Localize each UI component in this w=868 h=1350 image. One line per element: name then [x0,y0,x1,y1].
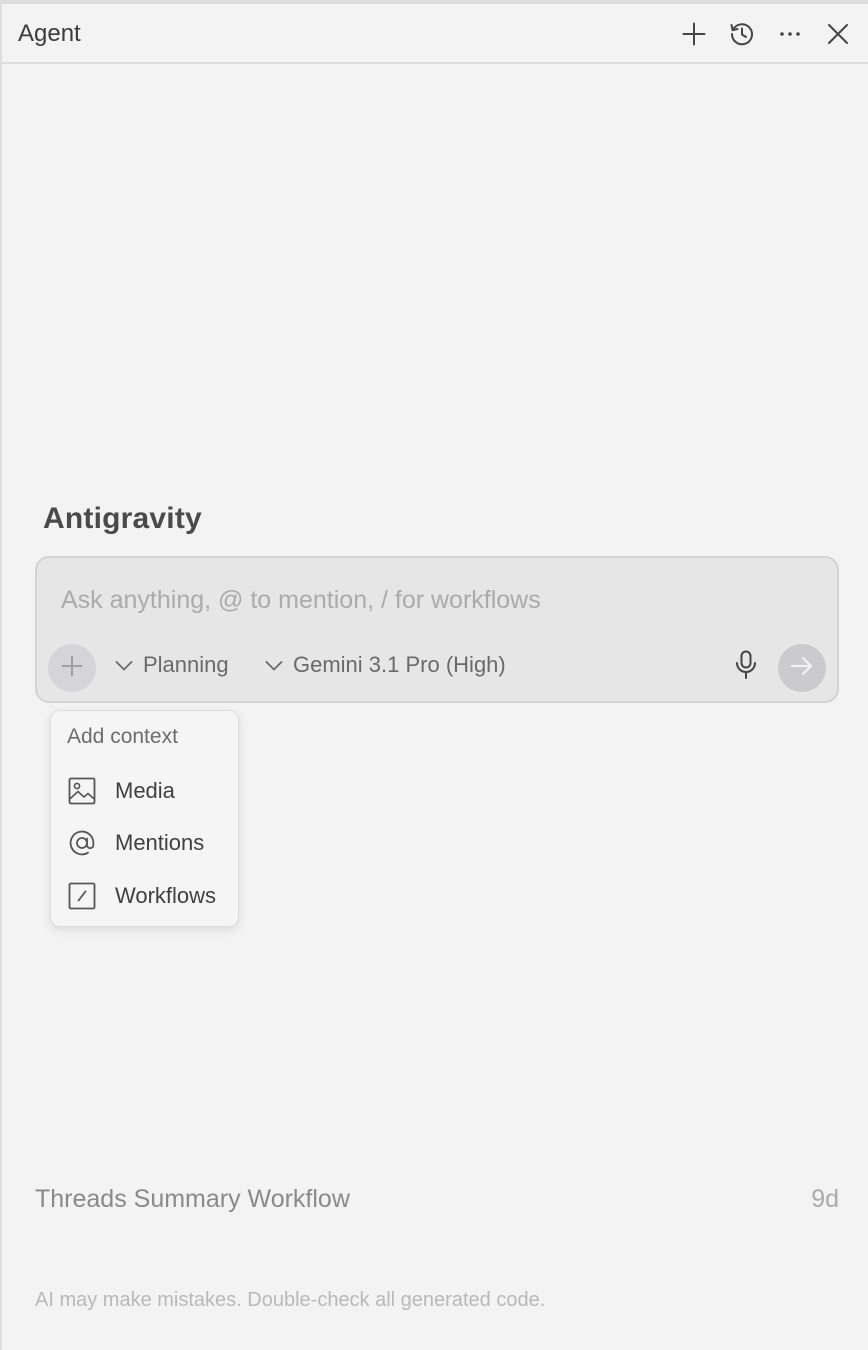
add-context-button[interactable] [48,644,96,692]
plus-icon [61,655,83,682]
microphone-icon [734,650,758,685]
close-icon [827,23,849,45]
menu-item-workflows[interactable]: Workflows [51,873,238,917]
thread-title: Threads Summary Workflow [35,1185,350,1213]
more-button[interactable] [772,16,808,52]
chevron-down-icon [115,652,133,678]
model-dropdown[interactable]: Gemini 3.1 Pro (High) [265,652,506,678]
add-context-menu: Add context Media Mentions Workflows [50,710,239,927]
image-icon [67,776,97,806]
ellipsis-icon [778,22,802,46]
menu-item-label: Mentions [115,830,205,855]
model-label: Gemini 3.1 Pro (High) [293,652,506,677]
menu-header: Add context [67,725,178,748]
ai-disclaimer: AI may make mistakes. Double-check all g… [35,1289,546,1311]
panel-title: Agent [18,20,81,47]
header-actions [676,16,856,52]
menu-item-media[interactable]: Media [51,768,238,812]
close-button[interactable] [820,16,856,52]
panel-left-border [0,0,2,1350]
history-icon [728,20,756,48]
panel-header: Agent [2,4,868,64]
menu-item-mentions[interactable]: Mentions [51,820,238,864]
brand-title: Antigravity [43,502,202,535]
menu-item-label: Workflows [115,883,217,908]
thread-age: 9d [811,1185,839,1213]
new-chat-button[interactable] [676,16,712,52]
history-button[interactable] [724,16,760,52]
slash-box-icon [67,881,97,911]
voice-input-button[interactable] [729,650,763,684]
mode-dropdown[interactable]: Planning [115,652,229,678]
at-sign-icon [67,828,97,858]
arrow-right-icon [790,654,814,683]
menu-item-label: Media [115,778,175,803]
send-button[interactable] [778,644,826,692]
recent-thread-item[interactable]: Threads Summary Workflow 9d [35,1182,839,1218]
prompt-input[interactable] [61,582,801,618]
prompt-box: Planning Gemini 3.1 Pro (High) [35,556,839,703]
mode-label: Planning [143,652,229,677]
chevron-down-icon [265,652,283,678]
plus-icon [682,22,706,46]
